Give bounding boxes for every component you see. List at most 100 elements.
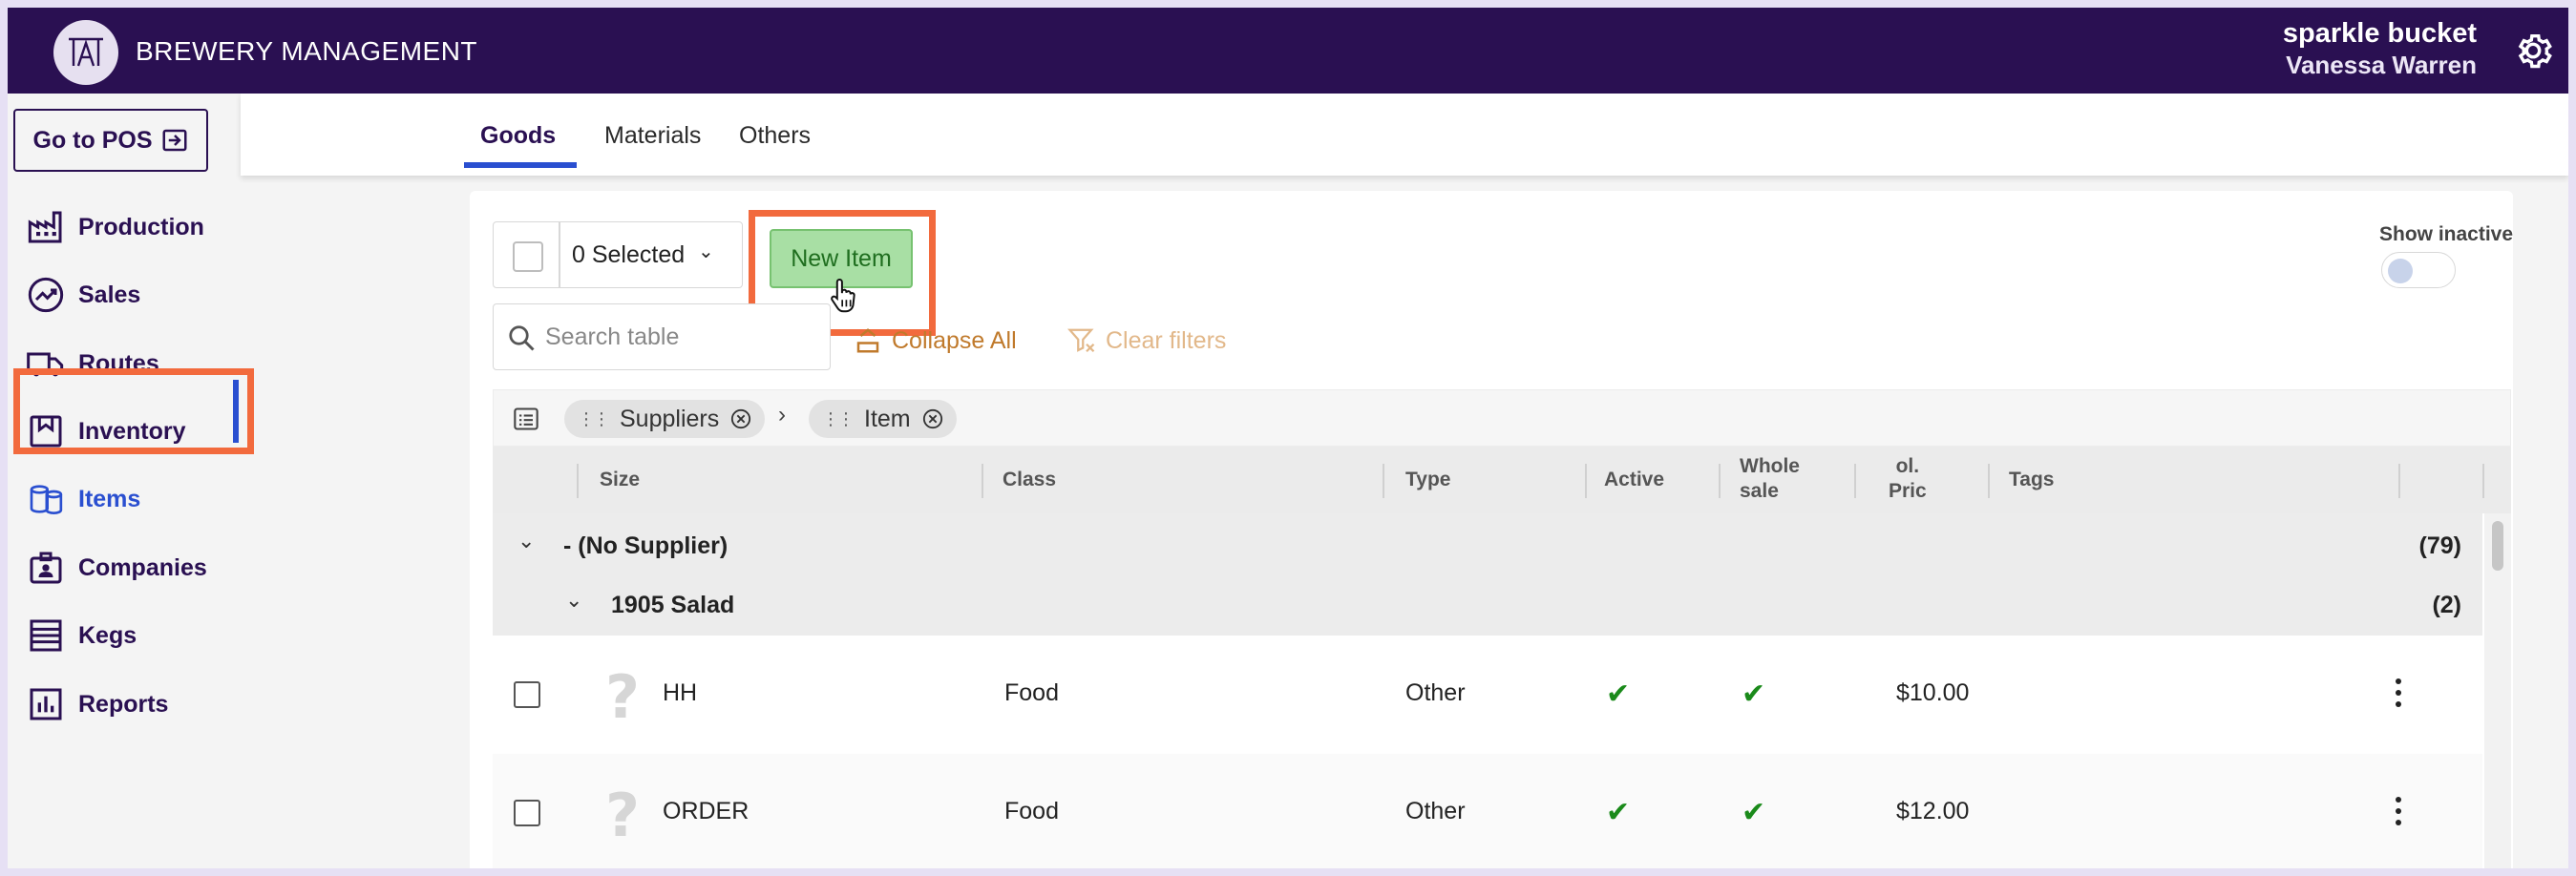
header-line: Whole [1740,455,1800,477]
column-divider [2398,464,2400,498]
item-class: Food [1004,679,1059,706]
sidebar-item-companies[interactable]: Companies [27,541,242,594]
hand-cursor-icon [831,279,855,313]
more-options-icon[interactable] [2395,674,2402,712]
column-header-wholesale[interactable]: Whole sale [1740,454,1800,504]
sidebar-item-sales[interactable]: Sales [27,268,242,322]
header-line: Pric [1889,480,1927,502]
show-inactive-toggle[interactable] [2381,252,2456,288]
collapse-all-button[interactable]: Collapse All [854,326,1017,355]
drag-handle-icon[interactable]: ⋮⋮ [578,409,610,429]
sidebar-item-reports[interactable]: Reports [27,678,242,731]
id-badge-icon [30,552,62,584]
collapse-icon [856,328,879,353]
header-line: ol. [1895,455,1920,477]
column-divider [1854,464,1856,498]
active-check-icon: ✔ [1606,797,1631,828]
enter-icon [162,129,186,152]
chevron-down-icon[interactable]: ⌄ [517,529,535,553]
app-title: BREWERY MANAGEMENT [136,36,478,66]
group-count: (2) [2432,592,2461,618]
column-divider [1988,464,1990,498]
group-row-supplier[interactable]: ⌄ - (No Supplier) (79) [493,513,2482,576]
row-checkbox[interactable] [514,681,540,708]
grouping-bar: ⋮⋮ Suppliers › ⋮⋮ Item [493,389,2511,447]
group-list-icon[interactable] [513,406,539,432]
column-divider [1383,464,1384,498]
keg-icon [30,619,62,652]
item-name: ORDER [663,798,750,824]
chip-label: Suppliers [620,405,720,432]
column-divider [982,464,983,498]
tab-goods[interactable]: Goods [480,122,556,150]
column-divider [1719,464,1721,498]
sidebar-item-kegs[interactable]: Kegs [27,609,242,662]
group-row-item[interactable]: ⌄ 1905 Salad (2) [493,576,2482,636]
search-icon [509,325,535,351]
chip-label: Item [864,405,911,432]
table-row[interactable]: ? ORDER Food Other ✔ ✔ $12.00 [493,754,2482,868]
highlight-items [13,368,254,454]
trending-up-icon [28,277,64,313]
tab-others[interactable]: Others [739,122,811,150]
column-header-class[interactable]: Class [1003,468,1056,492]
user-name: Vanessa Warren [2286,51,2477,79]
sidebar-item-label: Kegs [78,621,137,649]
column-header-tags[interactable]: Tags [2009,468,2054,492]
sidebar-item-label: Companies [78,553,207,581]
wholesale-check-icon: ✔ [1742,797,1766,828]
item-price: $12.00 [1896,798,1970,824]
clear-filters-button[interactable]: Clear filters [1067,326,1226,355]
group-chip-suppliers[interactable]: ⋮⋮ Suppliers [564,400,766,438]
brand-logo[interactable] [53,20,118,85]
remove-chip-icon[interactable] [730,408,751,429]
gear-icon[interactable] [2511,29,2555,73]
divider [559,222,560,287]
table-row[interactable]: ? HH Food Other ✔ ✔ $10.00 [493,636,2482,754]
sidebar-item-label: Items [78,485,141,512]
sidebar-item-items[interactable]: Items [27,472,242,526]
table-scrollbar[interactable] [2484,513,2511,868]
column-header-size[interactable]: Size [600,468,640,492]
filter-clear-icon [1067,328,1095,353]
sidebar-item-label: Reports [78,690,169,718]
image-placeholder-icon: ? [605,781,640,850]
tab-bar: Goods Materials Others [241,94,2568,176]
sidebar-item-label: Sales [78,281,141,308]
column-divider [2482,464,2484,498]
chevron-down-icon[interactable]: ⌄ [565,588,582,613]
column-header-active[interactable]: Active [1604,468,1664,492]
item-name: HH [663,679,698,706]
row-checkbox[interactable] [514,800,540,826]
more-options-icon[interactable] [2395,792,2402,830]
app-window: BREWERY MANAGEMENT sparkle bucket Vaness… [8,8,2568,868]
select-all-checkbox[interactable] [513,241,543,272]
go-to-pos-button[interactable]: Go to POS [13,109,208,172]
logo-icon [69,37,103,67]
clear-filters-label: Clear filters [1106,326,1227,354]
column-header-type[interactable]: Type [1405,468,1450,492]
column-divider [1585,464,1587,498]
tab-active-underline [464,162,577,168]
table-header: Size Class Type Active Whole sale ol. Pr… [493,447,2511,513]
account-info[interactable]: sparkle bucket Vanessa Warren [2283,17,2477,80]
item-type: Other [1405,679,1466,706]
column-header-price[interactable]: ol. Pric [1889,454,1927,504]
group-label: - (No Supplier) [563,532,728,559]
group-count: (79) [2418,532,2461,559]
drag-handle-icon[interactable]: ⋮⋮ [822,409,855,429]
remove-chip-icon[interactable] [922,408,943,429]
show-inactive-label: Show inactive [2379,223,2514,245]
column-divider [577,464,579,498]
selection-dropdown[interactable]: 0 Selected ⌄ [493,221,743,288]
scrollbar-thumb[interactable] [2492,521,2503,571]
search-input[interactable] [545,318,813,356]
sidebar-item-production[interactable]: Production [27,200,242,254]
item-class: Food [1004,798,1059,824]
selected-count: 0 Selected [572,241,686,268]
search-field[interactable] [493,303,831,370]
group-label: 1905 Salad [611,592,735,618]
group-chip-item[interactable]: ⋮⋮ Item [809,400,957,438]
sidebar: Go to POS Production Sales Routes Invent… [8,94,241,868]
tab-materials[interactable]: Materials [604,122,701,150]
